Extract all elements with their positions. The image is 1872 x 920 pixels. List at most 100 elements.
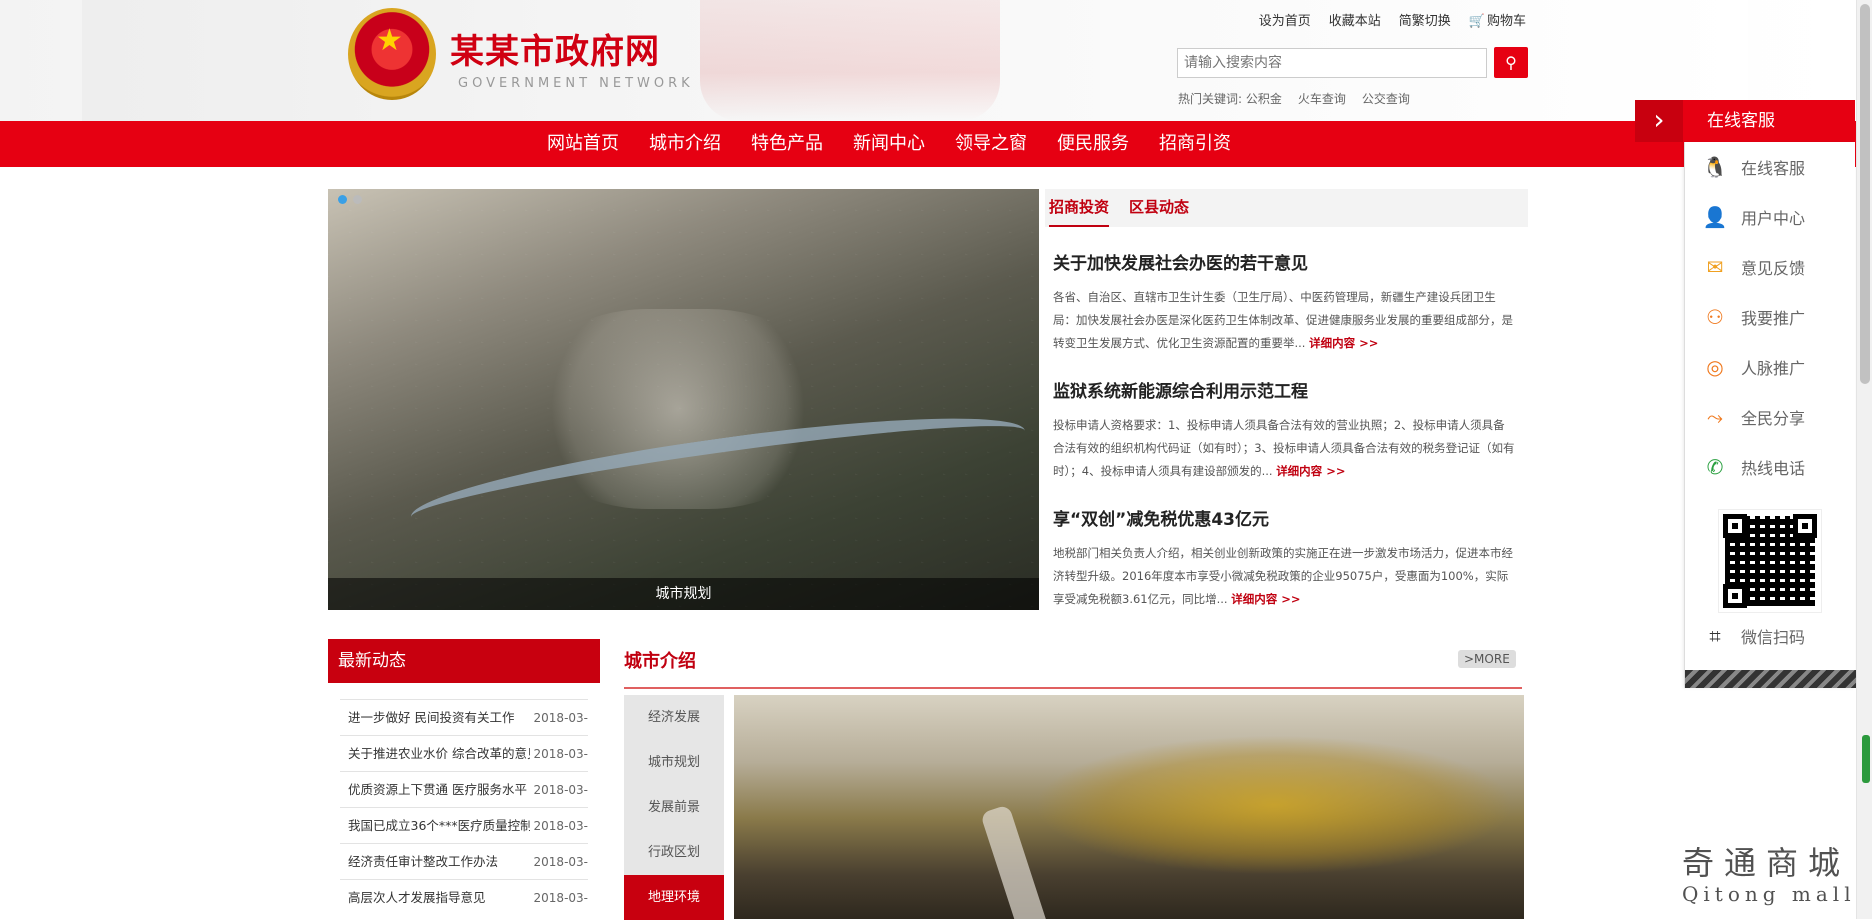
article-summary: 各省、自治区、直辖市卫生计生委（卫生厅局）、中医药管理局，新疆生产建设兵团卫生局… bbox=[1053, 290, 1513, 350]
list-item[interactable]: 经济责任审计整改工作办法 2018-03- bbox=[340, 843, 588, 879]
city-intro-title: 城市介绍 bbox=[624, 651, 696, 672]
nav-item-home[interactable]: 网站首页 bbox=[532, 121, 634, 167]
read-more-link[interactable]: 详细内容 >> bbox=[1276, 464, 1345, 478]
national-emblem-logo: ★ bbox=[348, 8, 436, 100]
city-intro-menu-planning[interactable]: 城市规划 bbox=[624, 740, 724, 785]
list-item-title: 我国已成立36个***医疗质量控制 bbox=[348, 818, 530, 833]
list-item[interactable]: 高层次人才发展指导意见 2018-03- bbox=[340, 879, 588, 915]
list-item[interactable]: 进一步做好 民间投资有关工作 2018-03- bbox=[340, 699, 588, 735]
nav-item-investment[interactable]: 招商引资 bbox=[1144, 121, 1246, 167]
share-icon: ⤳ bbox=[1707, 405, 1723, 429]
service-item-contacts[interactable]: ◎ 人脉推广 bbox=[1685, 342, 1855, 392]
user-icon: 👤 bbox=[1702, 205, 1728, 229]
online-service-panel: 🐧 在线客服 👤 用户中心 ✉ 意见反馈 ⚇ 我要推广 ◎ 人脉推广 ⤳ 全民分享 ✆ 热线电… bbox=[1684, 142, 1856, 688]
city-intro-more-button[interactable]: >MORE bbox=[1458, 650, 1516, 668]
nav-item-news[interactable]: 新闻中心 bbox=[838, 121, 940, 167]
news-article: 监狱系统新能源综合利用示范工程 投标申请人资格要求：1、投标申请人须具备合法有效… bbox=[1045, 377, 1528, 483]
latest-news: 最新动态 进一步做好 民间投资有关工作 2018-03- 关于推进农业水价 综合改… bbox=[328, 639, 600, 919]
city-intro-menu-geography[interactable]: 地理环境 bbox=[624, 875, 724, 920]
list-item[interactable]: 我国已成立36个***医疗质量控制 2018-03- bbox=[340, 807, 588, 843]
service-item-online-chat[interactable]: 🐧 在线客服 bbox=[1685, 142, 1855, 192]
list-item-title: 进一步做好 民间投资有关工作 bbox=[348, 710, 515, 725]
watermark-cn: 奇通商城 bbox=[1682, 844, 1851, 882]
watermark-en: Qitong mall bbox=[1682, 882, 1856, 906]
nav-item-leaders[interactable]: 领导之窗 bbox=[940, 121, 1042, 167]
cart-icon: 🛒 bbox=[1468, 14, 1485, 29]
search-button[interactable]: ⚲ bbox=[1494, 47, 1528, 78]
hot-keyword[interactable]: 公积金 bbox=[1246, 92, 1282, 106]
target-icon: ◎ bbox=[1706, 355, 1724, 379]
qr-corner bbox=[1723, 514, 1747, 538]
news-article: 关于加快发展社会办医的若干意见 各省、自治区、直辖市卫生计生委（卫生厅局）、中医… bbox=[1045, 249, 1528, 355]
nav-item-city-intro[interactable]: 城市介绍 bbox=[634, 121, 736, 167]
city-intro-menu-divisions[interactable]: 行政区划 bbox=[624, 830, 724, 875]
article-title[interactable]: 关于加快发展社会办医的若干意见 bbox=[1053, 249, 1516, 274]
news-article: 享“双创”减免税优惠43亿元 地税部门相关负责人介绍，相关创业创新政策的实施正在… bbox=[1045, 505, 1528, 611]
slider-dots bbox=[338, 195, 362, 204]
list-item-date: 2018-03- bbox=[533, 819, 588, 833]
chevron-right-icon: › bbox=[1653, 103, 1665, 136]
site-title: 某某市政府网 bbox=[450, 32, 660, 72]
bookmark-link[interactable]: 收藏本站 bbox=[1329, 10, 1381, 29]
service-item-user-center[interactable]: 👤 用户中心 bbox=[1685, 192, 1855, 242]
site-header: ★ 某某市政府网 GOVERNMENT NETWORK 设为首页 收藏本站 简繁… bbox=[0, 0, 1872, 121]
city-intro-menu-economy[interactable]: 经济发展 bbox=[624, 695, 724, 740]
tiananmen-image bbox=[700, 0, 1000, 121]
nav-item-products[interactable]: 特色产品 bbox=[736, 121, 838, 167]
list-item[interactable]: 关于推进农业水价 综合改革的意见 2018-03- bbox=[340, 735, 588, 771]
service-item-promote[interactable]: ⚇ 我要推广 bbox=[1685, 292, 1855, 342]
photo-trees bbox=[1034, 735, 1514, 875]
scan-icon: ⌗ bbox=[1709, 624, 1721, 648]
wechat-qr-code bbox=[1718, 509, 1822, 613]
star-icon: ★ bbox=[376, 23, 403, 58]
read-more-link[interactable]: 详细内容 >> bbox=[1231, 592, 1300, 606]
news-tabs-panel: 招商投资 区县动态 关于加快发展社会办医的若干意见 各省、自治区、直辖市卫生计生… bbox=[1045, 189, 1528, 610]
article-summary: 地税部门相关负责人介绍，相关创业创新政策的实施正在进一步激发市场活力，促进本市经… bbox=[1053, 546, 1513, 606]
list-item-title: 高层次人才发展指导意见 bbox=[348, 890, 486, 905]
city-intro-menu-prospects[interactable]: 发展前景 bbox=[624, 785, 724, 830]
city-intro-section: 城市介绍 >MORE 经济发展 城市规划 发展前景 行政区划 地理环境 bbox=[624, 639, 1524, 920]
tab-district-news[interactable]: 区县动态 bbox=[1129, 189, 1189, 227]
article-summary: 投标申请人资格要求：1、投标申请人须具备合法有效的营业执照；2、投标申请人须具备… bbox=[1053, 418, 1515, 478]
language-switch-link[interactable]: 简繁切换 bbox=[1399, 10, 1451, 29]
hot-keywords-label: 热门关键词: 公积金 bbox=[1178, 92, 1282, 106]
scrollbar-thumb[interactable] bbox=[1860, 4, 1870, 384]
list-item-date: 2018-03- bbox=[533, 891, 588, 905]
hot-keyword[interactable]: 公交查询 bbox=[1362, 90, 1410, 107]
nav-items: 网站首页 城市介绍 特色产品 新闻中心 领导之窗 便民服务 招商引资 bbox=[532, 121, 1246, 167]
list-item-title: 优质资源上下贯通 医疗服务水平 bbox=[348, 782, 527, 797]
hot-keyword[interactable]: 火车查询 bbox=[1298, 90, 1346, 107]
slider-dot[interactable] bbox=[338, 195, 347, 204]
slider-dot[interactable] bbox=[353, 195, 362, 204]
city-intro-divider bbox=[624, 687, 1522, 689]
wechat-scan[interactable]: ⌗ 微信扫码 bbox=[1701, 622, 1805, 650]
article-title[interactable]: 监狱系统新能源综合利用示范工程 bbox=[1053, 377, 1516, 402]
list-item-date: 2018-03- bbox=[533, 855, 588, 869]
envelope-icon: ✉ bbox=[1706, 255, 1724, 279]
list-item-title: 经济责任审计整改工作办法 bbox=[348, 854, 499, 869]
image-slider[interactable]: 城市规划 bbox=[328, 189, 1039, 610]
list-item[interactable]: 优质资源上下贯通 医疗服务水平 2018-03- bbox=[340, 771, 588, 807]
latest-news-title: 最新动态 bbox=[328, 639, 600, 683]
service-item-share[interactable]: ⤳ 全民分享 bbox=[1685, 392, 1855, 442]
collapse-service-button[interactable]: › bbox=[1635, 100, 1683, 142]
slider-caption: 城市规划 bbox=[328, 578, 1039, 610]
qr-corner bbox=[1793, 514, 1817, 538]
search-icon: ⚲ bbox=[1505, 54, 1517, 72]
read-more-link[interactable]: 详细内容 >> bbox=[1309, 336, 1378, 350]
hot-keywords: 热门关键词: 公积金 火车查询 公交查询 bbox=[1178, 90, 1410, 107]
online-service-header: › 在线客服 bbox=[1635, 100, 1855, 142]
tab-investment[interactable]: 招商投资 bbox=[1049, 189, 1110, 227]
service-item-hotline[interactable]: ✆ 热线电话 bbox=[1685, 442, 1855, 492]
cart-link[interactable]: 🛒 购物车 bbox=[1469, 10, 1526, 29]
service-item-feedback[interactable]: ✉ 意见反馈 bbox=[1685, 242, 1855, 292]
set-home-link[interactable]: 设为首页 bbox=[1259, 10, 1311, 29]
list-item-title: 关于推进农业水价 综合改革的意见 bbox=[348, 746, 530, 761]
side-widget-tab[interactable] bbox=[1862, 735, 1870, 783]
site-subtitle: GOVERNMENT NETWORK bbox=[458, 76, 694, 91]
latest-news-list: 进一步做好 民间投资有关工作 2018-03- 关于推进农业水价 综合改革的意见 2… bbox=[328, 683, 600, 915]
nav-item-services[interactable]: 便民服务 bbox=[1042, 121, 1144, 167]
city-intro-menu: 经济发展 城市规划 发展前景 行政区划 地理环境 bbox=[624, 695, 724, 920]
article-title[interactable]: 享“双创”减免税优惠43亿元 bbox=[1053, 505, 1516, 530]
search-input[interactable] bbox=[1177, 48, 1487, 78]
